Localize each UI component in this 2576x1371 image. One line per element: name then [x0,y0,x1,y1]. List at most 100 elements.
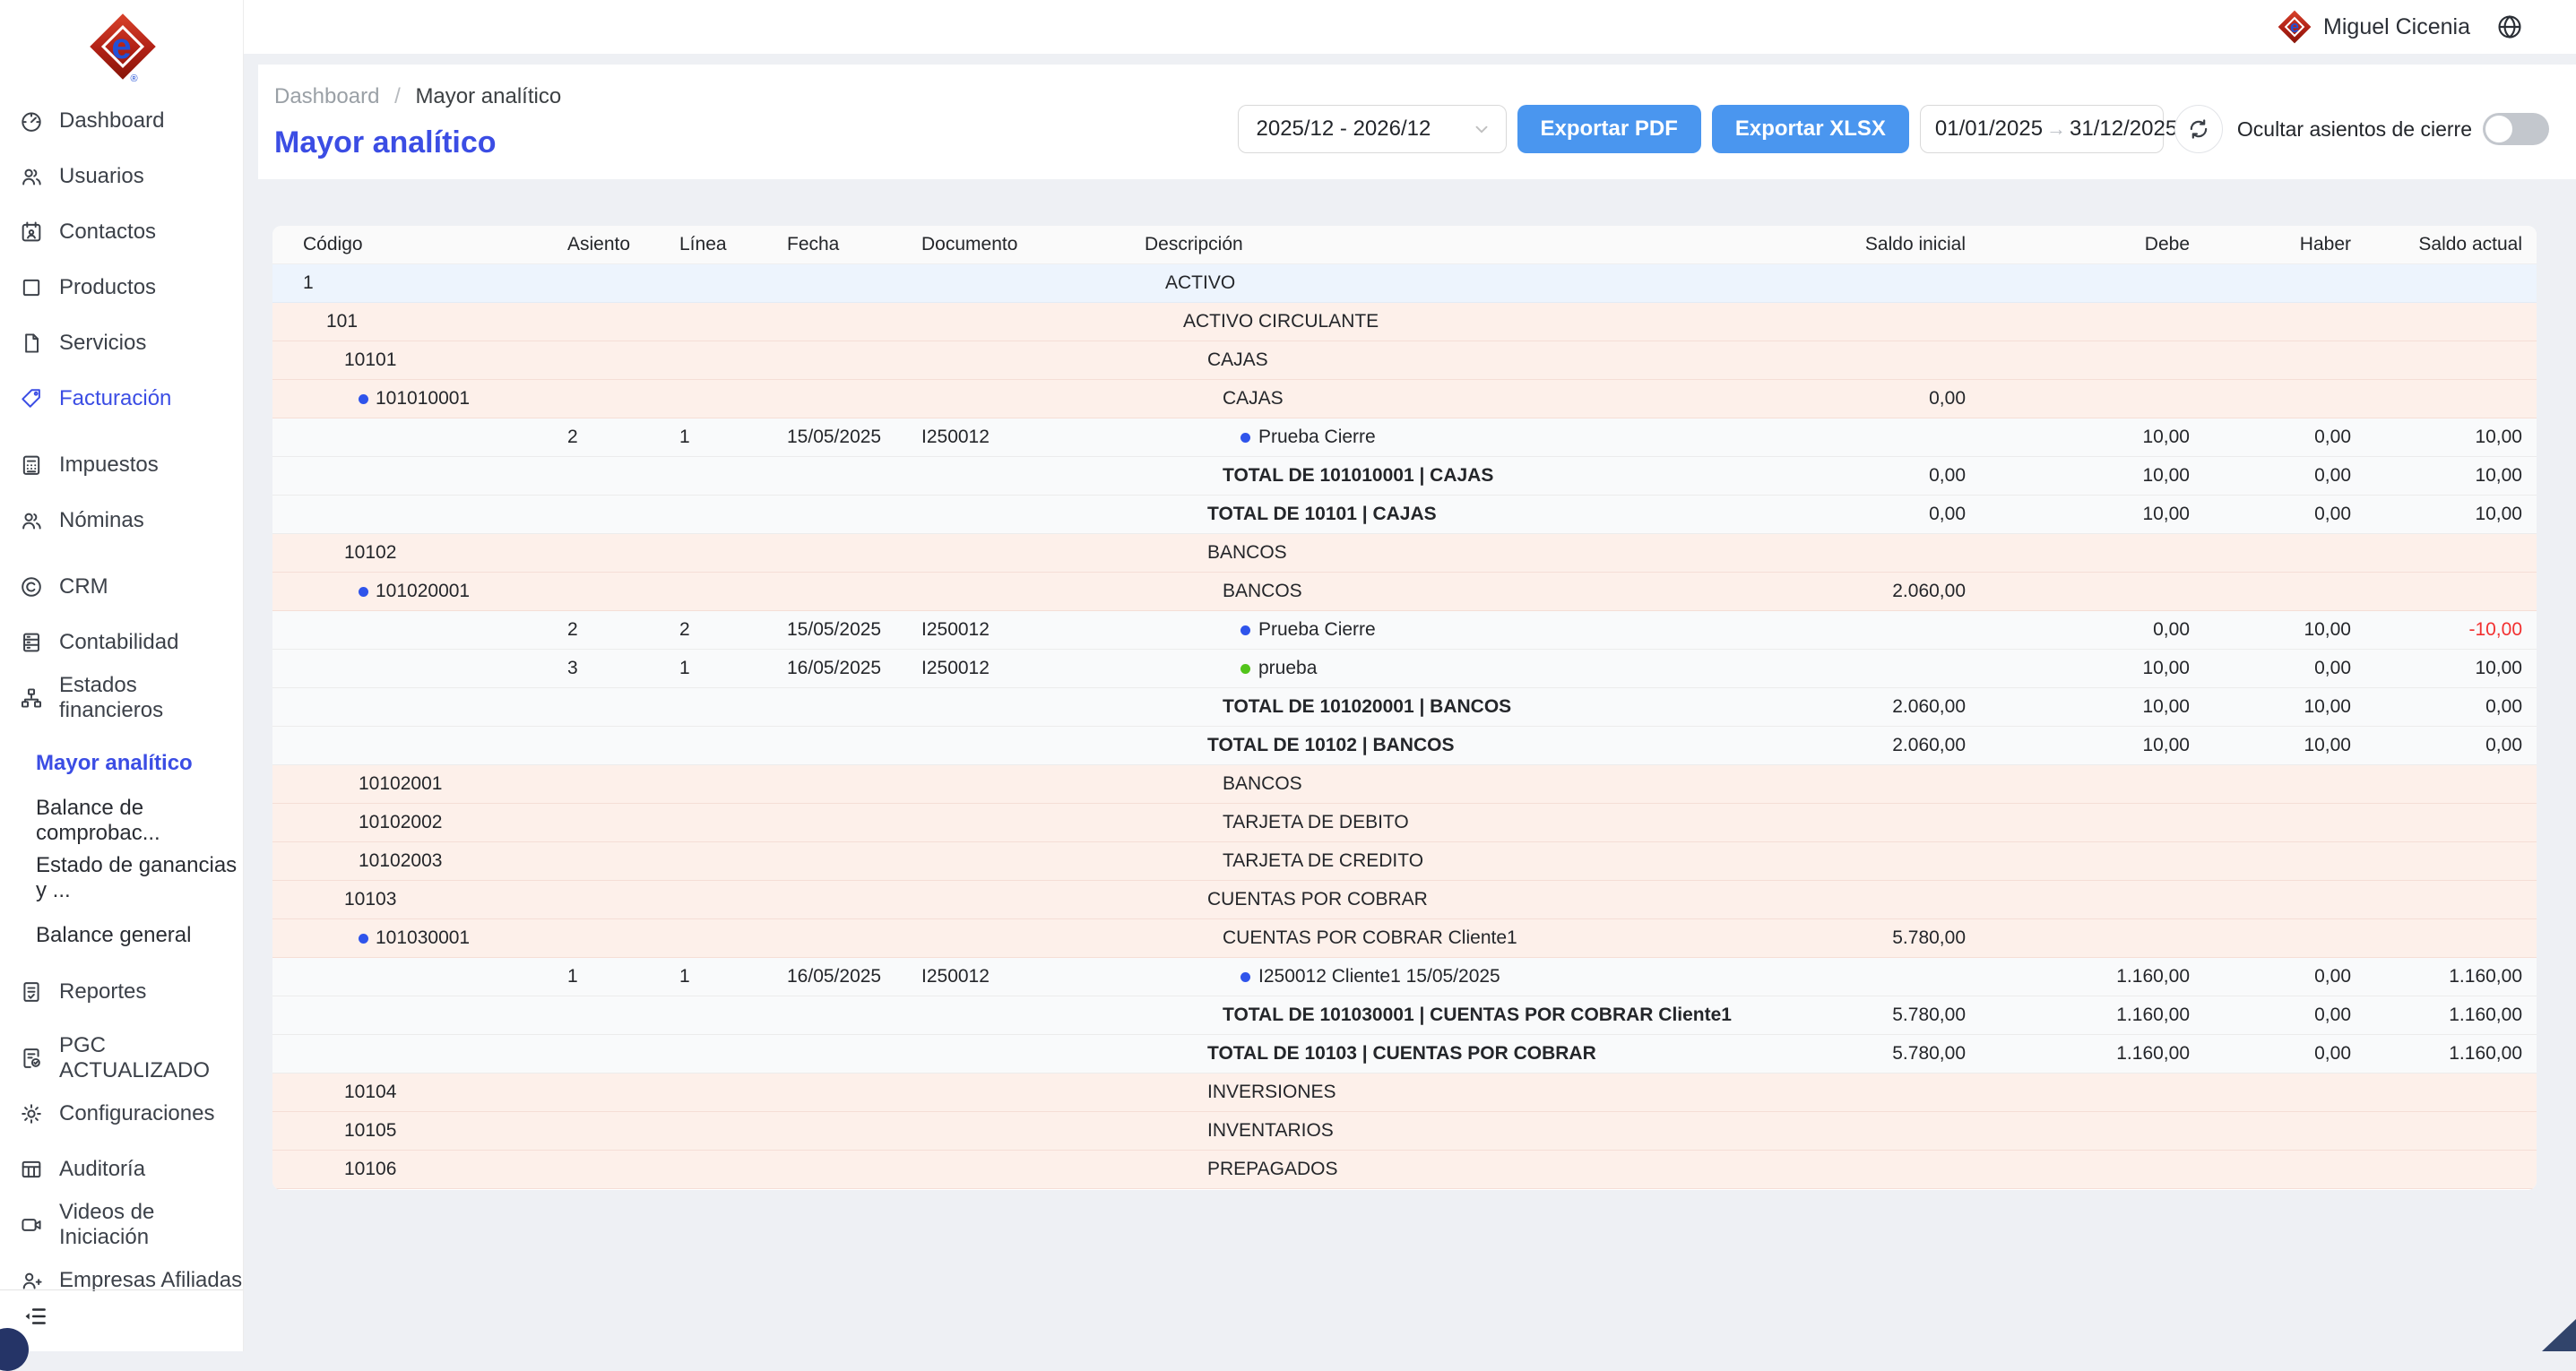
table-row-group[interactable]: 10106PREPAGADOS [272,1151,2537,1189]
date-to[interactable]: 31/12/2025 [2070,116,2177,142]
cell-descripcion: CAJAS [1138,380,1792,418]
user-menu[interactable]: e Miguel Cicenia [2278,11,2526,43]
cell-saldo-actual: 1.160,00 [2365,996,2537,1034]
cell-codigo-value: 10105 [344,1120,396,1141]
cell-codigo: 10103 [272,881,560,918]
sidebar-item-dashboard[interactable]: Dashboard [0,93,243,149]
cell-debe: 10,00 [1980,727,2204,764]
sidebar-item-auditor-a[interactable]: Auditoría [0,1142,243,1197]
cell-descripcion: Prueba Cierre [1138,418,1792,456]
sidebar-item-label: Balance de comprobac... [36,796,243,846]
table-row-group[interactable]: 10105 INVENTARIOS [272,1112,2537,1151]
toolbar: 2025/12 - 2026/12 Exportar PDF Exportar … [1238,104,2550,154]
breadcrumb-dashboard[interactable]: Dashboard [274,84,379,108]
table-row-account[interactable]: 101010001CAJAS0,00 [272,380,2537,418]
sidebar-item-contactos[interactable]: Contactos [0,204,243,260]
sidebar-item-label: Facturación [59,386,171,411]
sidebar-subitem-balance-general[interactable]: Balance general [0,907,243,964]
cell-descripcion-value: TOTAL DE 101020001 | BANCOS [1223,688,1511,726]
sidebar-subitem-balance-de-comprobac-[interactable]: Balance de comprobac... [0,792,243,849]
table-row-group[interactable]: 10102BANCOS [272,534,2537,573]
sidebar-item-configuraciones[interactable]: Configuraciones [0,1086,243,1142]
cell-haber: 0,00 [2204,996,2365,1034]
cell-descripcion-value: ACTIVO [1165,264,1235,302]
entry-dot-icon [1240,972,1250,982]
logo-letter: e [79,20,165,73]
cell-fecha: 16/05/2025 [780,650,914,687]
cell-haber: 0,00 [2204,650,2365,687]
period-select-value: 2025/12 - 2026/12 [1257,116,1431,142]
table-row-group[interactable]: 10102003TARJETA DE CREDITO [272,842,2537,881]
cell-linea: 1 [672,958,780,996]
sidebar-subitem-mayor-anal-tico[interactable]: Mayor analítico [0,735,243,792]
cell-descripcion-value: TOTAL DE 10102 | BANCOS [1207,727,1454,764]
export-pdf-button[interactable]: Exportar PDF [1517,105,1701,153]
period-select[interactable]: 2025/12 - 2026/12 [1238,105,1507,153]
cell-descripcion-value: ACTIVO CIRCULANTE [1183,303,1379,341]
sidebar-item-impuestos[interactable]: Impuestos [0,437,243,493]
cell-haber: 0,00 [2204,457,2365,495]
breadcrumb-current: Mayor analítico [415,84,561,108]
cell-saldo-actual: 1.160,00 [2365,958,2537,996]
table-row-group[interactable]: 101ACTIVO CIRCULANTE [272,303,2537,341]
sidebar-item-contabilidad[interactable]: Contabilidad [0,615,243,670]
cell-saldo-inicial: 2.060,00 [1792,727,1980,764]
sidebar-item-crm[interactable]: CRM [0,559,243,615]
sidebar-item-estados-financieros[interactable]: Estados financieros [0,670,243,726]
gear-icon [18,1100,45,1127]
sidebar-nav: DashboardUsuariosContactosProductosServi… [0,93,243,1308]
table-row-detail: 2215/05/2025I250012Prueba Cierre0,0010,0… [272,611,2537,650]
cell-codigo: 10101 [272,341,560,379]
cell-asiento: 2 [560,418,672,456]
cell-codigo: 10102001 [272,765,560,803]
globe-icon[interactable] [2495,12,2526,42]
sidebar-item-n-minas[interactable]: Nóminas [0,493,243,548]
sidebar-item-videos-de-iniciaci-n[interactable]: Videos de Iniciación [0,1197,243,1253]
sidebar-item-servicios[interactable]: Servicios [0,315,243,371]
cell-descripcion: CAJAS [1138,341,1792,379]
cell-haber: 10,00 [2204,727,2365,764]
sidebar-item-reportes[interactable]: Reportes [0,964,243,1020]
cell-descripcion-value: CAJAS [1207,341,1268,379]
entry-dot-icon [1240,625,1250,635]
cell-linea: 1 [672,418,780,456]
table-row-group[interactable]: 10103 CUENTAS POR COBRAR [272,881,2537,919]
cell-haber: 0,00 [2204,496,2365,533]
table-row-account[interactable]: 101020001BANCOS2.060,00 [272,573,2537,611]
cell-descripcion-value: CUENTAS POR COBRAR [1207,881,1428,918]
cell-descripcion: TOTAL DE 10102 | BANCOS [1138,727,1792,764]
hide-closing-entries-toggle[interactable] [2483,113,2549,145]
cell-haber: 10,00 [2204,611,2365,649]
export-xlsx-button[interactable]: Exportar XLSX [1712,105,1909,153]
cell-debe: 10,00 [1980,688,2204,726]
sidebar-item-label: Contabilidad [59,630,178,655]
cell-asiento: 3 [560,650,672,687]
sidebar-item-facturaci-n[interactable]: Facturación [0,371,243,427]
table-row-group[interactable]: 10102001BANCOS [272,765,2537,804]
table-row-group[interactable]: 10104INVERSIONES [272,1074,2537,1112]
table-row-group[interactable]: 10101 CAJAS [272,341,2537,380]
date-from[interactable]: 01/01/2025 [1935,116,2043,142]
sidebar-subitem-estado-de-ganancias-y-[interactable]: Estado de ganancias y ... [0,849,243,907]
user-name[interactable]: Miguel Cicenia [2323,14,2470,40]
sidebar-item-pgc-actualizado[interactable]: PGC ACTUALIZADO [0,1030,243,1086]
cell-descripcion: INVENTARIOS [1138,1112,1792,1150]
cell-codigo: 10102002 [272,804,560,841]
table-row-account[interactable]: 101030001CUENTAS POR COBRAR Cliente15.78… [272,919,2537,958]
table-row-total: TOTAL DE 101010001 | CAJAS0,0010,000,001… [272,457,2537,496]
cell-descripcion-value: TOTAL DE 10103 | CUENTAS POR COBRAR [1207,1035,1596,1073]
cell-descripcion-value: Prueba Cierre [1258,611,1376,649]
column-header-linea: Línea [672,226,780,263]
refresh-button[interactable] [2174,105,2223,153]
sidebar-item-productos[interactable]: Productos [0,260,243,315]
cell-descripcion-value: CAJAS [1223,380,1284,418]
date-range-picker[interactable]: 01/01/2025 → 31/12/2025 [1920,105,2164,153]
cell-descripcion: TOTAL DE 101010001 | CAJAS [1138,457,1792,495]
cell-saldo-inicial: 2.060,00 [1792,688,1980,726]
sidebar-item-label: Reportes [59,979,146,1005]
sidebar-item-usuarios[interactable]: Usuarios [0,149,243,204]
column-header-saldo-actual: Saldo actual [2365,226,2537,263]
table-row-group[interactable]: 10102002TARJETA DE DEBITO [272,804,2537,842]
cell-fecha: 16/05/2025 [780,958,914,996]
table-row-group[interactable]: 1ACTIVO [272,264,2537,303]
